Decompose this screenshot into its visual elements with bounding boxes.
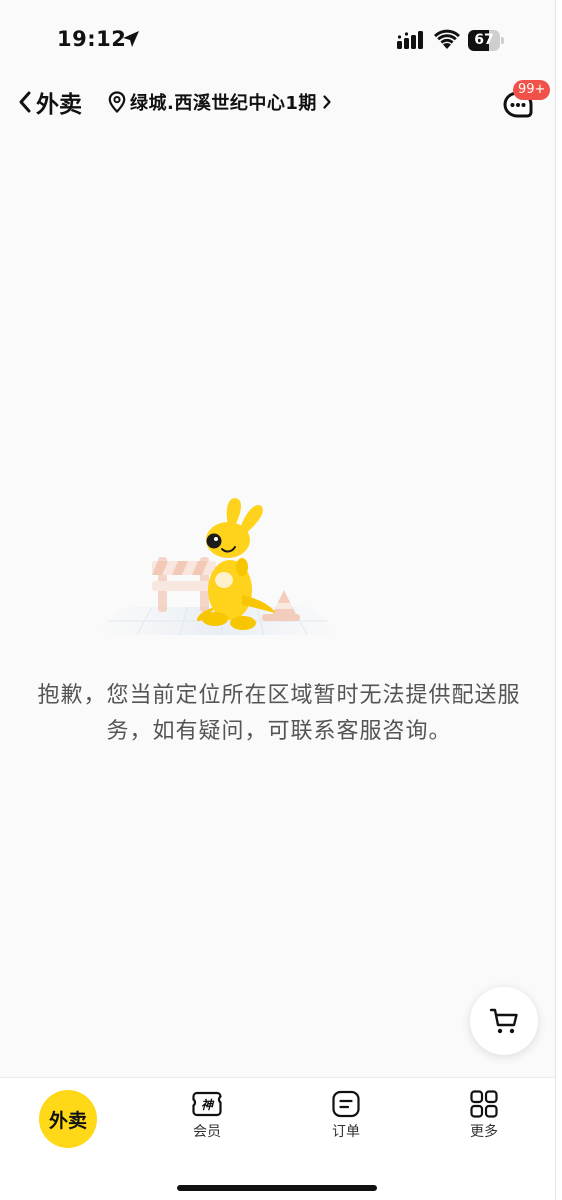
scroll-edge <box>555 0 562 1200</box>
mascot-illustration <box>92 498 344 636</box>
message-badge: 99+ <box>513 80 551 100</box>
svg-text:神: 神 <box>201 1098 215 1112</box>
tab-label-takeout: 外卖 <box>48 1109 87 1132</box>
order-icon <box>332 1090 360 1118</box>
nav-bar: 外卖 绿城.西溪世纪中心1期 99+ <box>0 80 555 124</box>
cart-button[interactable] <box>470 987 538 1055</box>
chevron-left-icon <box>19 91 31 113</box>
chevron-right-icon <box>323 95 331 109</box>
tab-member[interactable]: 神 会员 <box>162 1090 252 1154</box>
app-page: 19:12 67 外卖 绿城.西溪世纪中心1期 99+ 抱歉，您当前定位所在区域… <box>0 0 562 1200</box>
takeout-icon: 外卖 <box>39 1090 97 1148</box>
member-icon: 神 <box>192 1091 222 1117</box>
wifi-icon <box>434 29 460 49</box>
grid-icon <box>470 1090 498 1118</box>
tab-more[interactable]: 更多 <box>439 1090 529 1154</box>
cart-icon <box>489 1008 518 1034</box>
bottom-tab-bar: 外卖 神 会员 订单 更多 <box>0 1077 555 1200</box>
home-indicator <box>177 1185 377 1191</box>
tab-label-member: 会员 <box>193 1124 221 1140</box>
tab-label-more: 更多 <box>470 1124 498 1140</box>
cellular-signal-icon <box>397 31 423 49</box>
empty-state-message: 抱歉，您当前定位所在区域暂时无法提供配送服务，如有疑问，可联系客服咨询。 <box>37 683 521 744</box>
address-text: 绿城.西溪世纪中心1期 <box>130 93 317 114</box>
back-label: 外卖 <box>36 92 82 118</box>
location-pin-icon <box>108 91 126 113</box>
battery-indicator: 67 <box>468 30 504 51</box>
status-time: 19:12 <box>57 27 127 51</box>
back-button[interactable]: 外卖 <box>18 84 82 120</box>
location-arrow-icon <box>123 31 139 47</box>
address-selector[interactable]: 绿城.西溪世纪中心1期 <box>108 84 331 120</box>
tab-takeout[interactable]: 外卖 <box>23 1090 113 1154</box>
status-bar: 19:12 67 <box>0 0 562 80</box>
tab-label-orders: 订单 <box>332 1124 360 1140</box>
tab-orders[interactable]: 订单 <box>301 1090 391 1154</box>
battery-percent: 67 <box>474 32 494 48</box>
